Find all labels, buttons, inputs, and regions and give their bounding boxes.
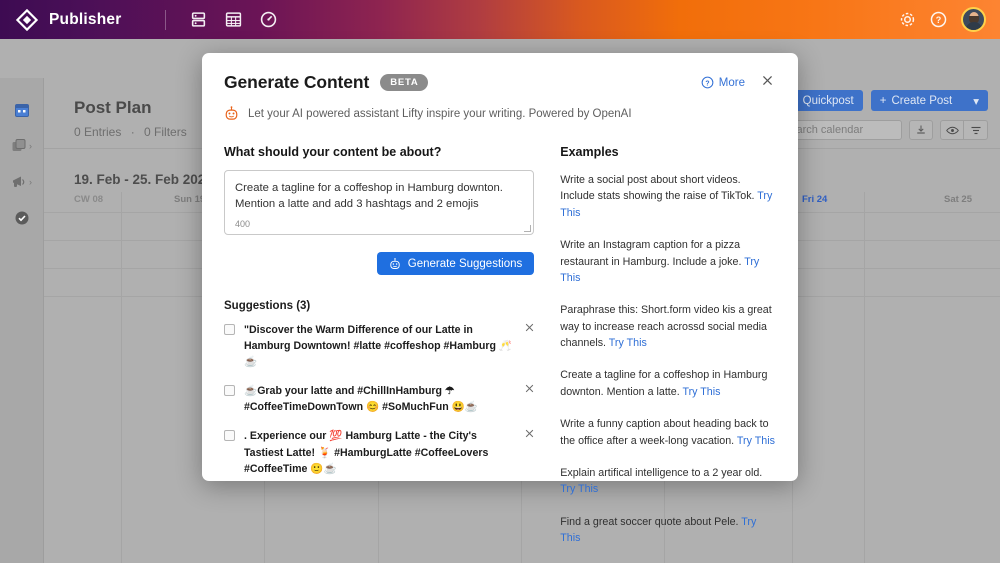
suggestion-checkbox[interactable] xyxy=(224,430,235,442)
example-text: Write an Instagram caption for a pizza r… xyxy=(560,239,742,268)
modal-subtitle-row: Let your AI powered assistant Lifty insp… xyxy=(224,106,776,121)
try-this-link[interactable]: Try This xyxy=(609,337,647,349)
example-item: Write a social post about short videos. … xyxy=(560,172,776,221)
modal-body: What should your content be about? Creat… xyxy=(224,145,776,562)
suggestion-item: . Experience our 💯 Hamburg Latte - the C… xyxy=(224,428,534,476)
try-this-link[interactable]: Try This xyxy=(560,483,598,495)
prompt-value: Create a tagline for a coffeshop in Hamb… xyxy=(235,182,503,211)
examples-heading: Examples xyxy=(560,145,619,159)
try-this-link[interactable]: Try This xyxy=(737,435,775,447)
robot-icon xyxy=(390,257,400,269)
try-this-link[interactable]: Try This xyxy=(682,386,720,398)
svg-text:?: ? xyxy=(705,80,709,87)
generate-suggestions-label: Generate Suggestions xyxy=(407,257,523,270)
more-label: More xyxy=(718,76,745,89)
suggestions-list: "Discover the Warm Difference of our Lat… xyxy=(224,322,534,477)
example-text: Write a social post about short videos. … xyxy=(560,174,755,203)
example-item: Create a tagline for a coffeshop in Hamb… xyxy=(560,367,776,400)
remove-suggestion-icon[interactable] xyxy=(525,384,534,396)
more-link[interactable]: ? More xyxy=(701,76,745,89)
example-text: Find a great soccer quote about Pele. xyxy=(560,515,739,528)
examples-column: Examples Write a social post about short… xyxy=(560,145,776,562)
example-text: Create a tagline for a coffeshop in Hamb… xyxy=(560,369,768,398)
suggestion-item: ☕Grab your latte and #ChillInHamburg ☂ #… xyxy=(224,383,534,415)
generate-suggestions-button[interactable]: Generate Suggestions xyxy=(376,252,535,275)
remove-suggestion-icon[interactable] xyxy=(525,323,534,335)
suggestions-heading: Suggestions (3) xyxy=(224,300,311,312)
lifty-robot-icon xyxy=(225,106,238,120)
suggestion-text: "Discover the Warm Difference of our Lat… xyxy=(244,324,513,369)
suggestion-item: "Discover the Warm Difference of our Lat… xyxy=(224,322,534,370)
example-item: Explain artifical intelligence to a 2 ye… xyxy=(560,465,776,498)
suggestion-checkbox[interactable] xyxy=(224,324,235,335)
modal-title: Generate Content xyxy=(224,72,370,92)
example-item: Find a great soccer quote about Pele. Tr… xyxy=(560,514,776,547)
generate-row: Generate Suggestions xyxy=(224,252,535,275)
suggestion-checkbox[interactable] xyxy=(224,385,235,397)
suggestion-text: ☕Grab your latte and #ChillInHamburg ☂ #… xyxy=(244,385,478,414)
modal-overlay: Generate Content BETA ? More Let your AI… xyxy=(0,0,1000,563)
examples-list: Write a social post about short videos. … xyxy=(560,172,776,546)
modal-subtitle: Let your AI powered assistant Lifty insp… xyxy=(248,107,632,120)
generate-content-modal: Generate Content BETA ? More Let your AI… xyxy=(202,53,798,544)
modal-header: Generate Content BETA ? More xyxy=(224,72,776,93)
app-root: Post Plan 0 Entries · 0 Filters Quickpos… xyxy=(0,0,1000,563)
beta-badge: BETA xyxy=(380,74,428,91)
prompt-heading: What should your content be about? xyxy=(224,145,442,159)
modal-header-actions: ? More xyxy=(701,72,776,93)
example-text: Paraphrase this: Short.form video kis a … xyxy=(560,304,772,349)
question-circle-icon: ? xyxy=(701,76,714,89)
remove-suggestion-icon[interactable] xyxy=(525,429,534,441)
example-item: Paraphrase this: Short.form video kis a … xyxy=(560,302,776,351)
prompt-input[interactable]: Create a tagline for a coffeshop in Hamb… xyxy=(224,170,535,235)
example-item: Write an Instagram caption for a pizza r… xyxy=(560,237,776,286)
example-text: Explain artifical intelligence to a 2 ye… xyxy=(560,466,763,479)
close-icon[interactable] xyxy=(759,72,776,93)
prompt-column: What should your content be about? Creat… xyxy=(224,145,535,562)
example-item: Write a funny caption about heading back… xyxy=(560,416,776,449)
suggestion-text: . Experience our 💯 Hamburg Latte - the C… xyxy=(244,430,489,475)
resize-handle-icon[interactable] xyxy=(524,225,532,232)
character-counter: 400 xyxy=(235,219,251,229)
